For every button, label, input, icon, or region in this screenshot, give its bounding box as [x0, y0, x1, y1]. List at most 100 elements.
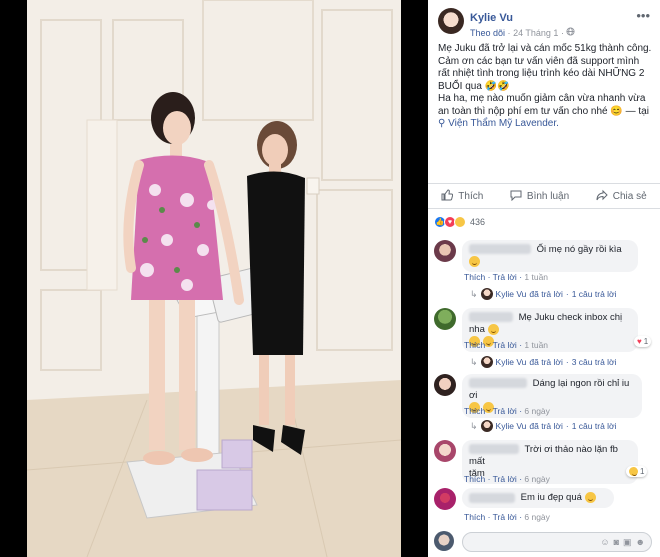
post-photo[interactable] [27, 0, 401, 557]
comment-reply-link[interactable]: Trả lời [493, 272, 517, 282]
reactions-count: 436 [470, 217, 486, 227]
post-line-text: Ha ha, mẹ nào muốn giảm cân vừa nhanh vừ… [438, 93, 646, 117]
reply-author-avatar [480, 288, 493, 300]
comment-meta: Thích · Trả lời · 6 ngày [464, 406, 550, 416]
share-button[interactable]: Chia sẻ [596, 189, 647, 204]
comment-item: Trời ơi thảo nào lặn fb mất tăm 1 Thích … [434, 440, 656, 486]
comment-time[interactable]: 1 tuần [524, 340, 548, 350]
current-user-avatar [434, 531, 454, 551]
location-link[interactable]: Viện Thẩm Mỹ Lavender. [448, 118, 559, 129]
post-side-panel: Kylie Vu Theo dõi · 24 Tháng 1 · ••• Mẹ … [428, 0, 660, 557]
reply-count: 3 câu trả lời [571, 357, 617, 367]
post-line: Ha ha, mẹ nào muốn giảm cân vừa nhanh vừ… [438, 93, 652, 131]
post-line: Cảm ơn các bạn tư vấn viên đã support mì… [438, 55, 645, 92]
gif-icon[interactable]: ▣ [623, 537, 632, 548]
reply-summary[interactable]: ↳ Kylie Vu đã trả lời · 1 câu trả lời [470, 288, 617, 300]
separator-dot: · [507, 28, 511, 38]
comment-input[interactable]: ☺ ◙ ▣ ☻ [462, 532, 652, 552]
reply-arrow-icon: ↳ [470, 356, 478, 367]
reply-author-avatar [480, 420, 493, 432]
reply-action: đã trả lời [529, 357, 563, 367]
camera-icon[interactable]: ◙ [614, 537, 619, 548]
reply-author: Kylie Vu [495, 289, 527, 299]
comment-like-link[interactable]: Thích [464, 272, 485, 282]
comment-reply-link[interactable]: Trả lời [493, 474, 517, 484]
reply-author: Kylie Vu [495, 357, 527, 367]
haha-emoji-icon [469, 256, 480, 267]
commenter-avatar[interactable] [434, 374, 456, 396]
more-dots-icon[interactable]: ••• [636, 8, 650, 23]
reply-action: đã trả lời [529, 421, 563, 431]
commenter-name-blurred[interactable] [469, 312, 513, 323]
thumbs-up-icon [441, 188, 454, 204]
comment-reaction-badge[interactable]: 1 [626, 466, 648, 477]
comment-meta: Thích · Trả lời · 1 tuần [464, 272, 549, 282]
location-pin-icon: ⚲ [438, 118, 446, 129]
badge-count: 1 [640, 467, 645, 476]
post-header: Kylie Vu Theo dõi · 24 Tháng 1 · ••• [428, 0, 660, 42]
post-time[interactable]: 24 Tháng 1 [513, 28, 558, 38]
sticker-icon[interactable]: ☻ [636, 537, 645, 548]
commenter-name-blurred[interactable] [469, 378, 527, 389]
comment-label: Bình luận [526, 190, 570, 202]
reactions-summary[interactable]: 👍 ♥ 436 [434, 215, 485, 229]
composer-icons: ☺ ◙ ▣ ☻ [600, 537, 645, 548]
comment-item: Dáng lại ngon rồi chỉ iu ơi Thích · Trả … [434, 374, 656, 434]
like-button[interactable]: Thích [441, 188, 483, 204]
comment-meta: Thích · Trả lời · 6 ngày [464, 474, 550, 484]
love-reaction-icon: ♥ [637, 337, 642, 346]
share-label: Chia sẻ [612, 190, 647, 202]
comment-like-link[interactable]: Thích [464, 474, 485, 484]
post-subline: Theo dõi · 24 Tháng 1 · [470, 27, 576, 38]
comment-item: Em iu đẹp quá Thích · Trả lời · 6 ngày [434, 488, 656, 524]
commenter-avatar[interactable] [434, 308, 456, 330]
commenter-name-blurred[interactable] [469, 492, 515, 503]
location-prefix: tại [638, 105, 649, 117]
follow-link[interactable]: Theo dõi [470, 28, 505, 38]
reply-arrow-icon: ↳ [470, 288, 478, 299]
haha-emoji-icon [584, 492, 596, 503]
comment-composer: ☺ ◙ ▣ ☻ [434, 530, 654, 552]
emoji-icon[interactable]: ☺ [600, 537, 609, 548]
globe-icon [566, 27, 576, 38]
comment-time[interactable]: 6 ngày [524, 474, 550, 484]
share-arrow-icon [596, 189, 608, 204]
comment-meta: Thích · Trả lời · 1 tuần [464, 340, 549, 350]
post-text: Mẹ Juku đã trở lại và cán mốc 51kg thành… [438, 43, 652, 131]
commenter-name-blurred[interactable] [469, 444, 519, 455]
comment-item: Mẹ Juku check inbox chị nha ♥ 1 Thích · … [434, 308, 656, 372]
commenter-avatar[interactable] [434, 440, 456, 462]
comment-like-link[interactable]: Thích [464, 340, 485, 350]
comment-like-link[interactable]: Thích [464, 406, 485, 416]
reply-count: 1 câu trả lời [571, 289, 617, 299]
comment-meta: Thích · Trả lời · 6 ngày [464, 512, 550, 522]
post-action-bar: Thích Bình luận Chia sẻ [428, 183, 660, 209]
comment-time[interactable]: 1 tuần [524, 272, 548, 282]
laugh-emoji-icon [487, 324, 499, 335]
commenter-name-blurred[interactable] [469, 244, 531, 255]
comment-time[interactable]: 6 ngày [524, 512, 550, 522]
photo-illustration [27, 0, 401, 557]
author-name[interactable]: Kylie Vu [470, 12, 513, 24]
reply-summary[interactable]: ↳ Kylie Vu đã trả lời · 1 câu trả lời [470, 420, 617, 432]
comment-text: Em iu đẹp quá [520, 492, 582, 504]
comment-time[interactable]: 6 ngày [524, 406, 550, 416]
commenter-avatar[interactable] [434, 240, 456, 262]
reply-summary[interactable]: ↳ Kylie Vu đã trả lời · 3 câu trả lời [470, 356, 617, 368]
comment-reply-link[interactable]: Trả lời [493, 340, 517, 350]
comment-button[interactable]: Bình luận [510, 189, 569, 204]
reply-action: đã trả lời [529, 289, 563, 299]
comment-like-link[interactable]: Thích [464, 512, 485, 522]
reply-author: Kylie Vu [495, 421, 527, 431]
comment-reaction-badge[interactable]: ♥ 1 [634, 336, 652, 347]
separator-dot: · [560, 28, 564, 38]
badge-count: 1 [643, 337, 649, 346]
commenter-avatar[interactable] [434, 488, 456, 510]
comment-reply-link[interactable]: Trả lời [493, 406, 517, 416]
reply-arrow-icon: ↳ [470, 420, 478, 431]
comment-reply-link[interactable]: Trả lời [493, 512, 517, 522]
author-avatar[interactable] [438, 8, 464, 34]
comment-bubble: Em iu đẹp quá [462, 488, 614, 509]
haha-reaction-icon [454, 216, 466, 228]
comment-bubble: Ối mẹ nó gầy rồi kìa [462, 240, 638, 273]
